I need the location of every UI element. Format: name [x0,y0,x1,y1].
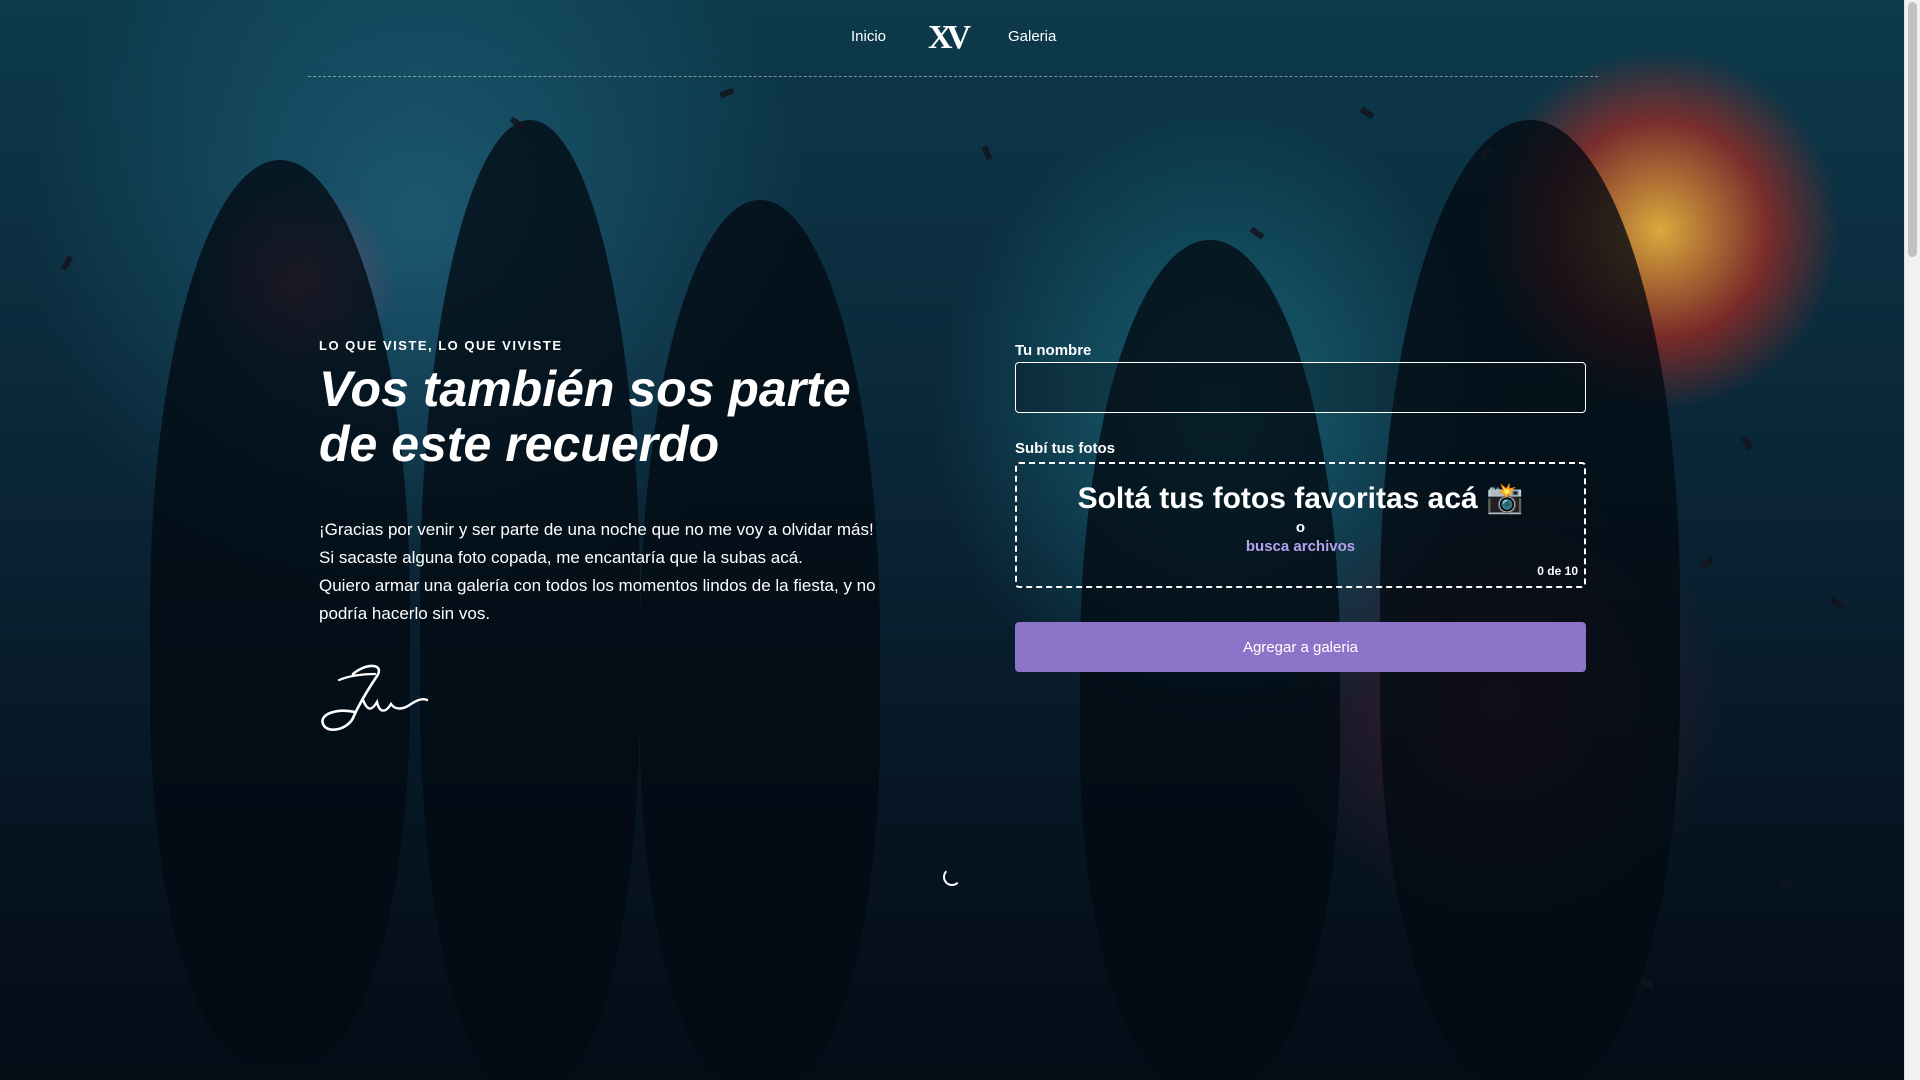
loading-spinner-icon [943,868,961,886]
intro-line-2: Si sacaste alguna foto copada, me encant… [319,548,803,567]
intro-line-1: ¡Gracias por venir y ser parte de una no… [319,520,874,539]
dropzone-title: Soltá tus fotos favoritas acá 📸 [1077,482,1524,515]
intro-line-3: Quiero armar una galería con todos los m… [319,576,876,623]
page-scrollbar[interactable] [1904,0,1920,1080]
nav-link-inicio[interactable]: Inicio [851,28,886,45]
party-background-image [0,0,1905,1080]
dropzone-or-text: o [1295,519,1306,536]
file-count-badge: 0 de 10 [1537,564,1578,578]
xv-logo[interactable]: XV [928,20,971,56]
scrollbar-thumb[interactable] [1908,2,1917,257]
name-input[interactable] [1015,362,1586,413]
handwritten-signature [319,660,429,741]
top-navigation: Inicio XV Galeria [308,0,1598,77]
name-field-label: Tu nombre [1015,342,1092,359]
photo-dropzone[interactable]: Soltá tus fotos favoritas acá 📸 o busca … [1015,462,1586,588]
nav-link-galeria[interactable]: Galeria [1008,28,1056,45]
photos-field-label: Subí tus fotos [1015,440,1115,457]
intro-text: ¡Gracias por venir y ser parte de una no… [319,516,899,628]
page-title: Vos también sos parte de este recuerdo [319,361,851,472]
section-eyebrow: LO QUE VISTE, LO QUE VIVISTE [319,338,563,353]
add-to-gallery-button[interactable]: Agregar a galeria [1015,622,1586,672]
browse-files-link[interactable]: busca archivos [1246,538,1355,555]
